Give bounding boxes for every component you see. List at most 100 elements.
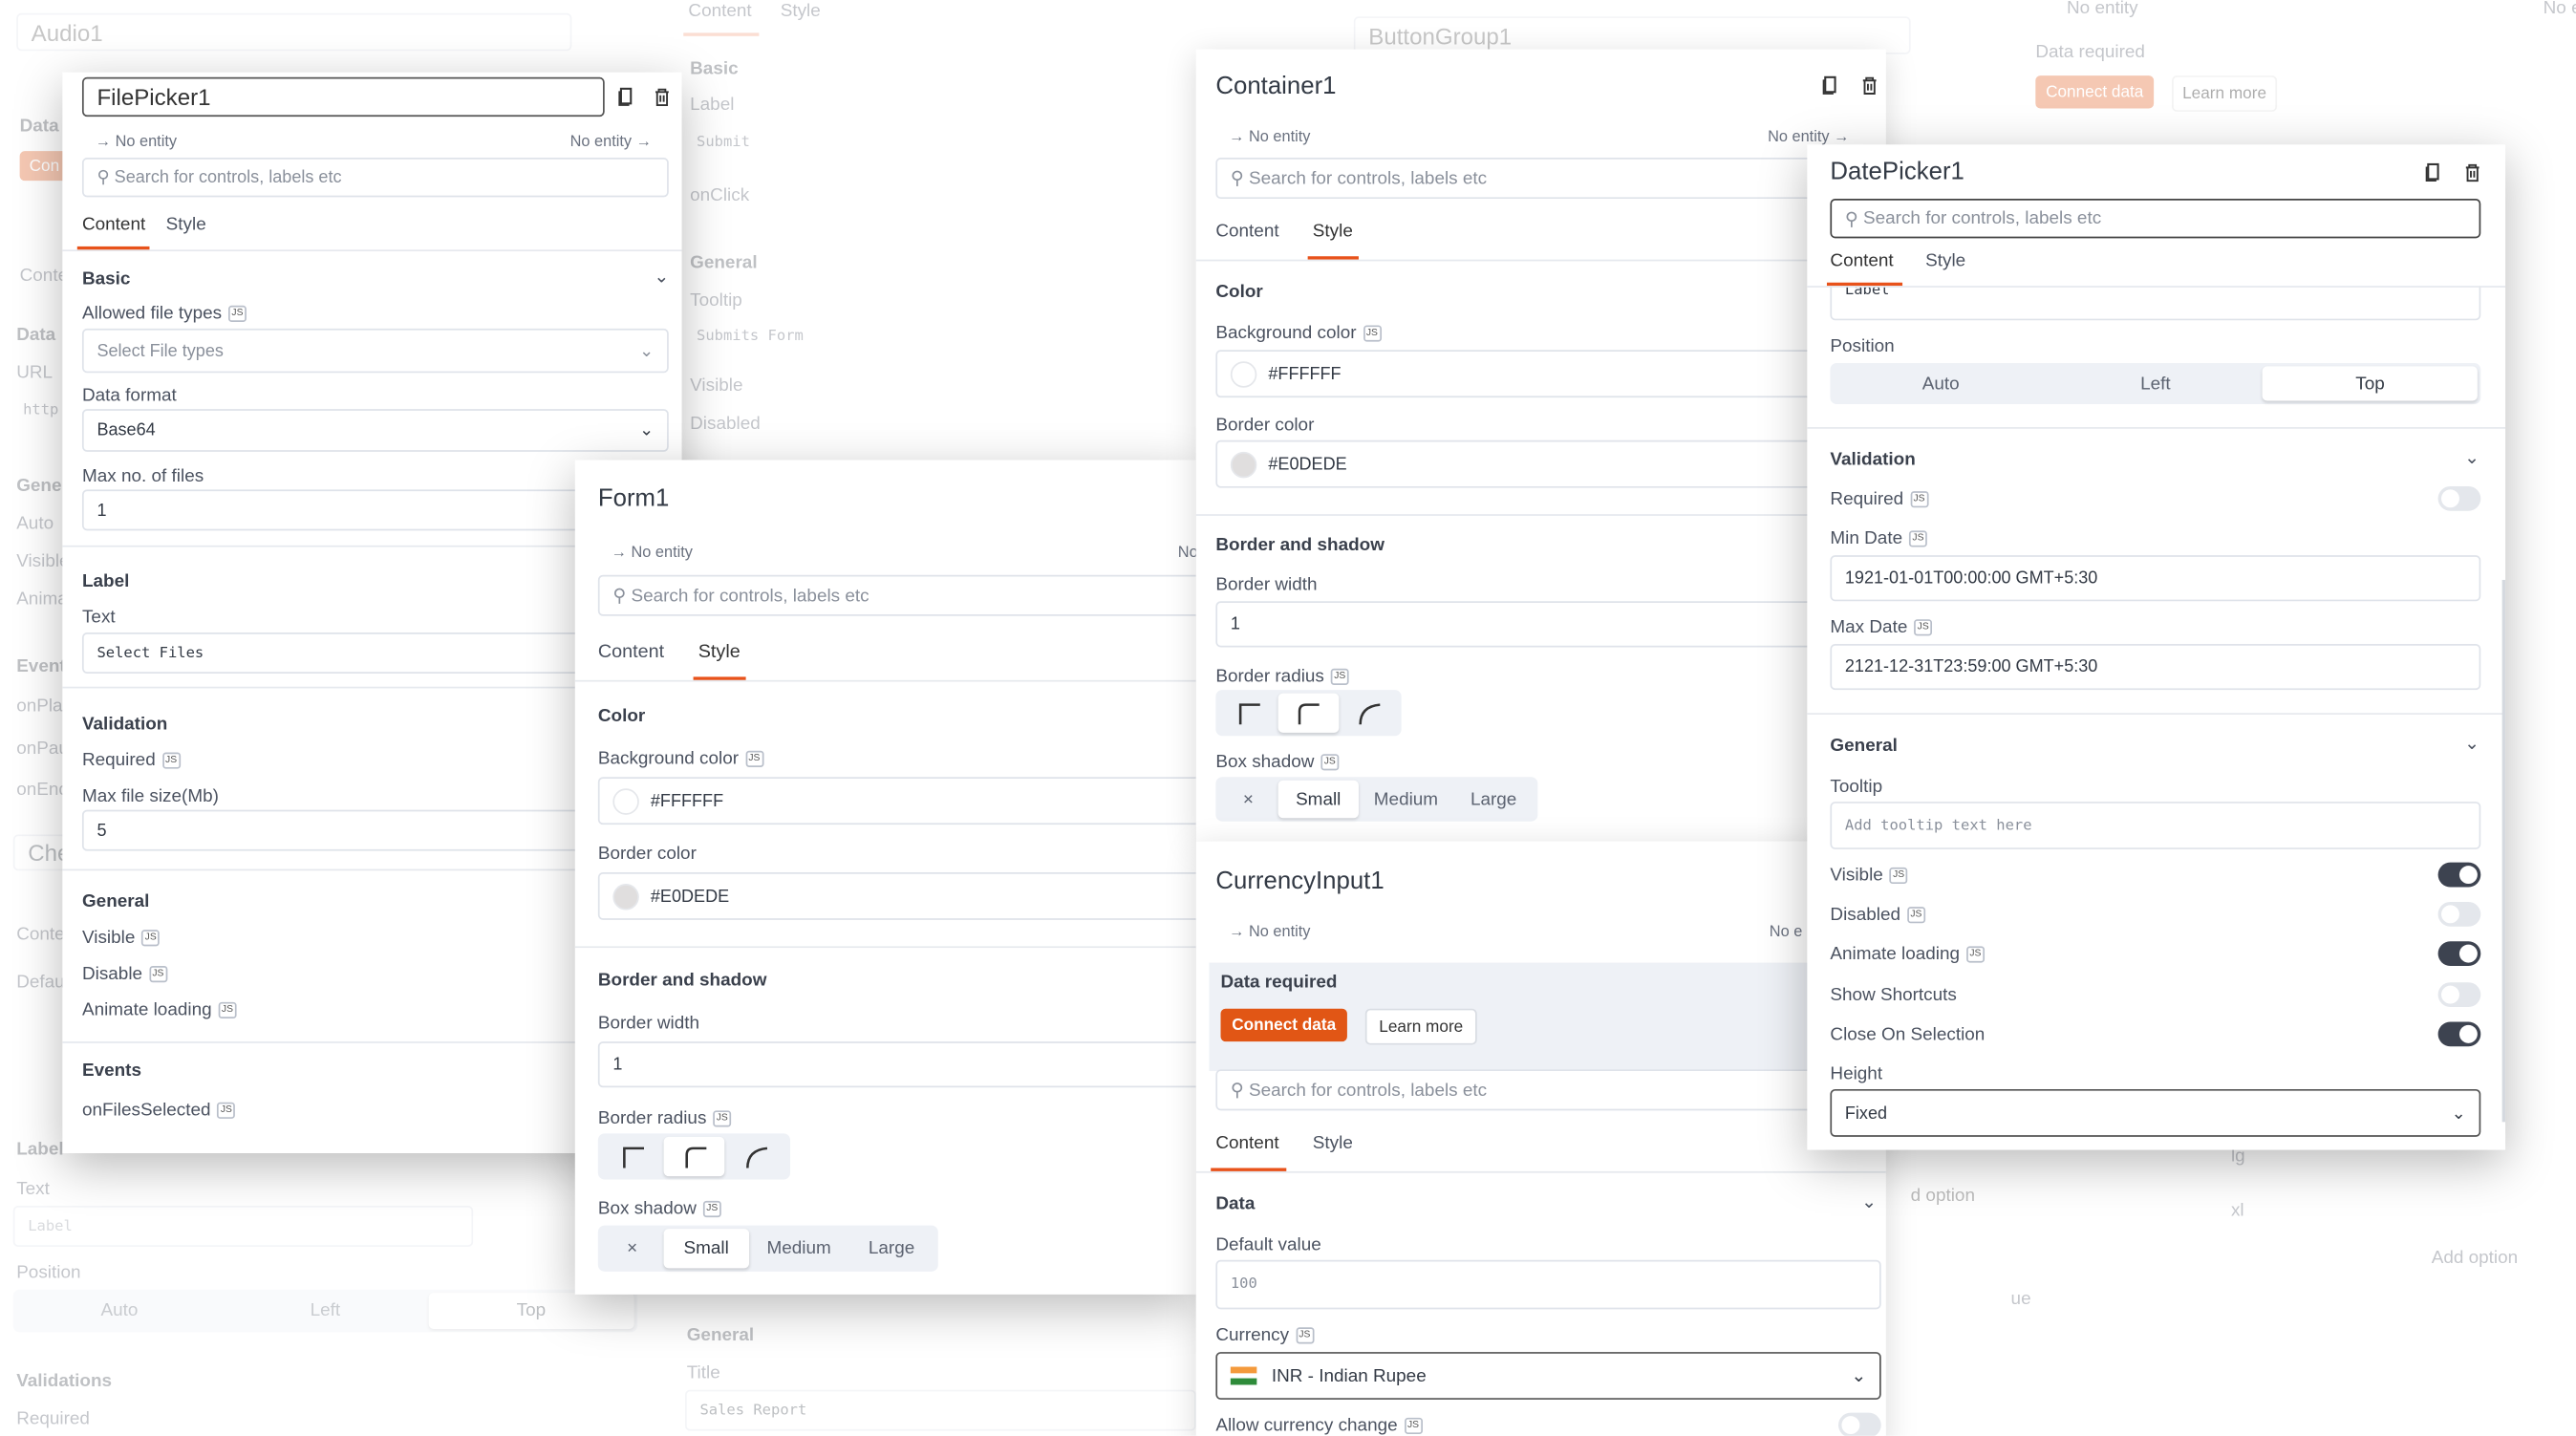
shadow-medium-option[interactable]: Medium — [749, 1229, 848, 1268]
allow-currency-change-toggle[interactable] — [1838, 1412, 1881, 1436]
js-toggle[interactable]: JS — [713, 1110, 732, 1127]
entity-link-right[interactable]: No — [1178, 542, 1196, 565]
section-border-shadow[interactable]: Border and shadow — [598, 969, 767, 992]
tab-content[interactable]: Content — [1215, 220, 1278, 243]
search-input[interactable]: ⚲ Search for controls, labels etc — [1215, 158, 1874, 200]
entity-link-right[interactable]: No entity → — [570, 132, 652, 155]
shadow-large-option[interactable]: Large — [848, 1229, 934, 1268]
allowed-file-types-select[interactable]: Select File types ⌄ — [81, 328, 669, 374]
close-on-selection-toggle[interactable] — [2437, 1021, 2481, 1047]
bg-color-input[interactable]: #FFFFFF — [597, 777, 1196, 825]
trash-icon[interactable] — [1859, 75, 1879, 96]
section-basic[interactable]: Basic — [82, 268, 130, 290]
js-toggle[interactable]: JS — [148, 966, 167, 983]
color-swatch[interactable] — [612, 787, 639, 814]
scrollbar[interactable] — [2501, 579, 2506, 1123]
widget-name[interactable]: DatePicker1 — [1830, 156, 1964, 188]
widget-name[interactable]: Container1 — [1215, 71, 1336, 103]
animate-loading-toggle[interactable] — [2437, 941, 2481, 967]
widget-name[interactable]: CurrencyInput1 — [1215, 866, 1384, 898]
search-input[interactable]: ⚲ Search for controls, labels etc — [1215, 1069, 1874, 1111]
js-toggle[interactable]: JS — [1363, 325, 1382, 342]
max-date-input[interactable]: 2121-12-31T23:59:00 GMT+5:30 — [1830, 644, 2481, 691]
section-events[interactable]: Events — [82, 1060, 141, 1082]
currency-select[interactable]: INR - Indian Rupee ⌄ — [1215, 1352, 1881, 1400]
js-toggle[interactable]: JS — [218, 1001, 237, 1019]
tab-style[interactable]: Style — [1925, 249, 1965, 272]
tab-content[interactable]: Content — [598, 641, 664, 664]
entity-link-left[interactable]: → No entity — [612, 542, 693, 565]
js-toggle[interactable]: JS — [227, 305, 247, 323]
radius-medium-option[interactable] — [663, 1136, 725, 1177]
radius-large-option[interactable] — [1339, 694, 1398, 733]
box-shadow-selector[interactable]: × Small Medium Large — [1215, 777, 1538, 822]
show-shortcuts-toggle[interactable] — [2437, 982, 2481, 1007]
widget-name-input[interactable]: FilePicker1 — [81, 76, 605, 118]
shadow-large-option[interactable]: Large — [1452, 781, 1535, 819]
border-radius-selector[interactable] — [597, 1133, 791, 1180]
bg-color-input[interactable]: #FFFFFF — [1215, 350, 1874, 398]
radius-medium-option[interactable] — [1278, 693, 1339, 733]
tab-style[interactable]: Style — [698, 641, 741, 664]
shadow-none-option[interactable]: × — [601, 1229, 663, 1268]
entity-link-left[interactable]: → No entity — [1229, 922, 1310, 945]
color-swatch[interactable] — [1230, 450, 1257, 478]
color-swatch[interactable] — [612, 883, 639, 910]
chevron-down-icon[interactable]: ⌄ — [1861, 1191, 1877, 1214]
js-toggle[interactable]: JS — [217, 1102, 236, 1120]
trash-icon[interactable] — [653, 87, 673, 107]
section-border-shadow[interactable]: Border and shadow — [1215, 534, 1385, 557]
chevron-down-icon[interactable]: ⌄ — [2464, 733, 2479, 756]
section-color[interactable]: Color — [598, 705, 645, 728]
border-color-input[interactable]: #E0DEDE — [597, 872, 1196, 920]
box-shadow-selector[interactable]: × Small Medium Large — [597, 1225, 938, 1272]
entity-link-right[interactable]: No e — [1770, 922, 1803, 945]
section-general[interactable]: General — [82, 890, 149, 913]
connect-data-button[interactable]: Connect data — [1220, 1008, 1347, 1042]
border-color-input[interactable]: #E0DEDE — [1215, 439, 1874, 488]
js-toggle[interactable]: JS — [1889, 868, 1908, 885]
position-left-option[interactable]: Left — [2049, 366, 2264, 400]
tab-content[interactable]: Content — [1215, 1132, 1278, 1155]
shadow-small-option[interactable]: Small — [1277, 780, 1360, 819]
tab-content[interactable]: Content — [1830, 249, 1893, 272]
js-toggle[interactable]: JS — [702, 1201, 721, 1218]
visible-toggle[interactable] — [2437, 862, 2481, 888]
section-validation[interactable]: Validation — [82, 713, 167, 736]
js-toggle[interactable]: JS — [1404, 1418, 1423, 1435]
search-input[interactable]: ⚲ Search for controls, labels etc — [81, 158, 669, 198]
js-toggle[interactable]: JS — [1330, 668, 1349, 686]
search-input[interactable]: ⚲ Search for controls, labels etc — [597, 574, 1196, 616]
chevron-down-icon[interactable]: ⌄ — [2464, 447, 2479, 470]
disabled-toggle[interactable] — [2437, 901, 2481, 927]
js-toggle[interactable]: JS — [1908, 530, 1927, 547]
search-input[interactable]: ⚲ Search for controls, labels etc — [1830, 199, 2481, 239]
min-date-input[interactable]: 1921-01-01T00:00:00 GMT+5:30 — [1830, 555, 2481, 602]
copy-icon[interactable] — [616, 87, 636, 107]
shadow-small-option[interactable]: Small — [662, 1229, 750, 1269]
copy-icon[interactable] — [2423, 162, 2443, 182]
tab-content[interactable]: Content — [82, 214, 145, 237]
tab-style[interactable]: Style — [1313, 1132, 1353, 1155]
tab-style[interactable]: Style — [1313, 220, 1353, 243]
chevron-down-icon[interactable]: ⌄ — [654, 267, 669, 289]
js-toggle[interactable]: JS — [161, 752, 181, 769]
tooltip-input[interactable]: Add tooltip text here — [1830, 802, 2481, 849]
shadow-none-option[interactable]: × — [1219, 781, 1277, 819]
section-color[interactable]: Color — [1215, 281, 1262, 304]
border-width-input[interactable]: 1 — [1215, 601, 1874, 648]
widget-name[interactable]: Form1 — [598, 483, 670, 516]
js-toggle[interactable]: JS — [1914, 619, 1933, 636]
section-general[interactable]: General — [1830, 735, 1897, 758]
required-toggle[interactable] — [2437, 485, 2481, 511]
trash-icon[interactable] — [2462, 162, 2482, 182]
js-toggle[interactable]: JS — [1320, 754, 1340, 771]
entity-link-left[interactable]: → No entity — [1229, 126, 1310, 149]
js-toggle[interactable]: JS — [141, 930, 161, 947]
audio-title-input[interactable]: Audio1 — [16, 12, 572, 52]
section-data[interactable]: Data — [1215, 1192, 1255, 1215]
copy-icon[interactable] — [1820, 75, 1840, 96]
default-value-input[interactable]: 100 — [1215, 1259, 1881, 1310]
section-validation[interactable]: Validation — [1830, 448, 1915, 471]
shadow-medium-option[interactable]: Medium — [1360, 781, 1453, 819]
